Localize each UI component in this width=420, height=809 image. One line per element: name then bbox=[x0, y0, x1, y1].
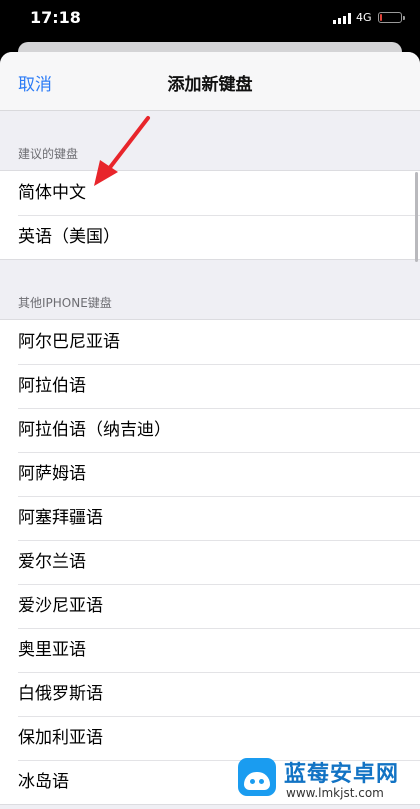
watermark-title: 蓝莓安卓网 bbox=[284, 762, 400, 787]
watermark: 蓝莓安卓网 www.lmkjst.com bbox=[232, 752, 420, 804]
red-arrow-annotation bbox=[94, 116, 150, 186]
watermark-url: www.lmkjst.com bbox=[286, 786, 384, 800]
android-logo-icon bbox=[238, 758, 276, 796]
